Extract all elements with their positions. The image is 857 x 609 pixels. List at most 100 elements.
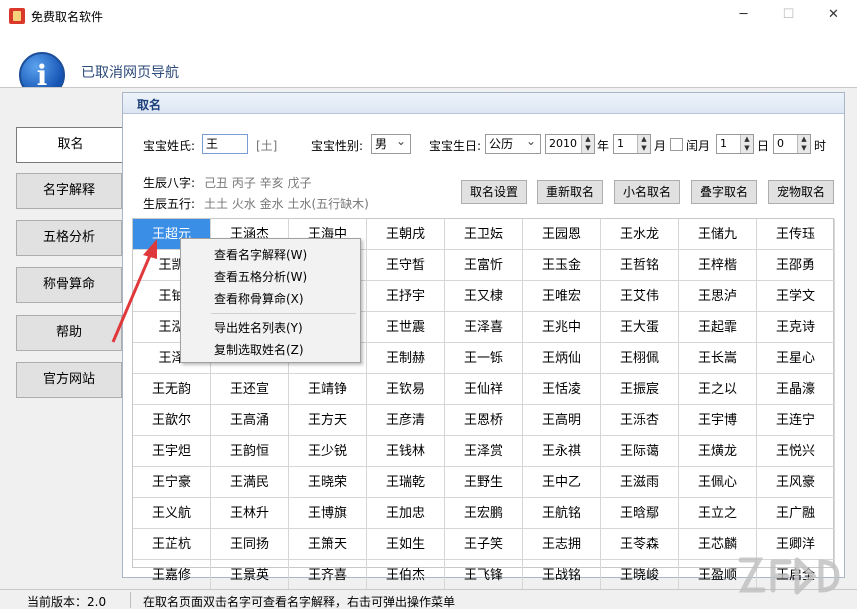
name-cell[interactable]: 王立之 bbox=[679, 498, 757, 529]
surname-input[interactable]: 王 bbox=[202, 134, 248, 154]
name-cell[interactable]: 王飞锋 bbox=[445, 560, 523, 591]
name-cell[interactable]: 王宁豪 bbox=[133, 467, 211, 498]
name-cell[interactable]: 王宇炟 bbox=[133, 436, 211, 467]
name-cell[interactable]: 王泽赏 bbox=[445, 436, 523, 467]
hour-spinner[interactable]: 0 ▲▼ bbox=[773, 134, 811, 154]
name-cell[interactable]: 王制赫 bbox=[367, 343, 445, 374]
name-cell[interactable]: 王野生 bbox=[445, 467, 523, 498]
name-cell[interactable]: 王克诗 bbox=[757, 312, 835, 343]
name-cell[interactable]: 王钱林 bbox=[367, 436, 445, 467]
name-cell[interactable]: 王滋雨 bbox=[601, 467, 679, 498]
name-cell[interactable]: 王长嵩 bbox=[679, 343, 757, 374]
name-cell[interactable]: 王景英 bbox=[211, 560, 289, 591]
maximize-button[interactable]: ☐ bbox=[766, 0, 811, 30]
name-cell[interactable]: 王星心 bbox=[757, 343, 835, 374]
minimize-button[interactable]: ─ bbox=[721, 0, 766, 30]
ctx-view-name-explain[interactable]: 查看名字解释(W) bbox=[214, 246, 307, 263]
menu-name-explain[interactable]: 名字解释 bbox=[16, 173, 122, 209]
name-cell[interactable]: 王泺杏 bbox=[601, 405, 679, 436]
ctx-view-wuge[interactable]: 查看五格分析(W) bbox=[214, 268, 307, 285]
menu-naming[interactable]: 取名 bbox=[16, 127, 124, 163]
name-cell[interactable]: 王园恩 bbox=[523, 219, 601, 250]
name-cell[interactable]: 王瑞乾 bbox=[367, 467, 445, 498]
name-cell[interactable]: 王齐喜 bbox=[289, 560, 367, 591]
name-cell[interactable]: 王宏鹏 bbox=[445, 498, 523, 529]
name-cell[interactable]: 王学文 bbox=[757, 281, 835, 312]
name-cell[interactable]: 王恬凌 bbox=[523, 374, 601, 405]
name-cell[interactable]: 王恩桥 bbox=[445, 405, 523, 436]
name-cell[interactable]: 王抒宇 bbox=[367, 281, 445, 312]
name-cell[interactable]: 王梓楷 bbox=[679, 250, 757, 281]
name-cell[interactable]: 王少锐 bbox=[289, 436, 367, 467]
hour-spin-arrows[interactable]: ▲▼ bbox=[797, 135, 810, 153]
name-cell[interactable]: 王艾伟 bbox=[601, 281, 679, 312]
pet-name-button[interactable]: 宠物取名 bbox=[768, 180, 834, 204]
name-cell[interactable]: 王晓峻 bbox=[601, 560, 679, 591]
name-cell[interactable]: 王朝戌 bbox=[367, 219, 445, 250]
name-cell[interactable]: 王熿龙 bbox=[679, 436, 757, 467]
name-cell[interactable]: 王永祺 bbox=[523, 436, 601, 467]
name-cell[interactable]: 王志拥 bbox=[523, 529, 601, 560]
ctx-copy-name[interactable]: 复制选取姓名(Z) bbox=[214, 341, 304, 358]
gender-select[interactable]: 男 bbox=[371, 134, 411, 154]
name-cell[interactable]: 王炳仙 bbox=[523, 343, 601, 374]
name-cell[interactable]: 王子笑 bbox=[445, 529, 523, 560]
name-cell[interactable]: 王广融 bbox=[757, 498, 835, 529]
name-cell[interactable]: 王嘉修 bbox=[133, 560, 211, 591]
name-cell[interactable]: 王泽喜 bbox=[445, 312, 523, 343]
name-cell[interactable]: 王际蔼 bbox=[601, 436, 679, 467]
name-cell[interactable]: 王钦易 bbox=[367, 374, 445, 405]
name-cell[interactable]: 王悦兴 bbox=[757, 436, 835, 467]
name-cell[interactable]: 王高涌 bbox=[211, 405, 289, 436]
name-cell[interactable]: 王一铄 bbox=[445, 343, 523, 374]
name-cell[interactable]: 王宇博 bbox=[679, 405, 757, 436]
name-cell[interactable]: 王富忻 bbox=[445, 250, 523, 281]
ctx-export-list[interactable]: 导出姓名列表(Y) bbox=[214, 319, 303, 336]
year-spinner[interactable]: 2010 ▲▼ bbox=[545, 134, 595, 154]
name-cell[interactable]: 王还宣 bbox=[211, 374, 289, 405]
name-cell[interactable]: 王加忠 bbox=[367, 498, 445, 529]
name-cell[interactable]: 王唯宏 bbox=[523, 281, 601, 312]
name-cell[interactable]: 王思泸 bbox=[679, 281, 757, 312]
ctx-view-chenggu[interactable]: 查看称骨算命(X) bbox=[214, 290, 304, 307]
name-cell[interactable]: 王中乙 bbox=[523, 467, 601, 498]
name-cell[interactable]: 王航铭 bbox=[523, 498, 601, 529]
name-cell[interactable]: 王风豪 bbox=[757, 467, 835, 498]
menu-official-site[interactable]: 官方网站 bbox=[16, 362, 122, 398]
name-cell[interactable]: 王栩佩 bbox=[601, 343, 679, 374]
name-cell[interactable]: 王箫天 bbox=[289, 529, 367, 560]
name-cell[interactable]: 王储九 bbox=[679, 219, 757, 250]
close-button[interactable]: ✕ bbox=[811, 0, 856, 30]
name-cell[interactable]: 王苓森 bbox=[601, 529, 679, 560]
day-spin-arrows[interactable]: ▲▼ bbox=[740, 135, 753, 153]
name-cell[interactable]: 王同扬 bbox=[211, 529, 289, 560]
name-cell[interactable]: 王佩心 bbox=[679, 467, 757, 498]
name-cell[interactable]: 王又棣 bbox=[445, 281, 523, 312]
name-cell[interactable]: 王如生 bbox=[367, 529, 445, 560]
name-cell[interactable]: 王兆中 bbox=[523, 312, 601, 343]
name-cell[interactable]: 王振宸 bbox=[601, 374, 679, 405]
name-cell[interactable]: 王无韵 bbox=[133, 374, 211, 405]
name-cell[interactable]: 王高明 bbox=[523, 405, 601, 436]
day-spinner[interactable]: 1 ▲▼ bbox=[716, 134, 754, 154]
naming-settings-button[interactable]: 取名设置 bbox=[461, 180, 527, 204]
name-cell[interactable]: 王连宁 bbox=[757, 405, 835, 436]
name-cell[interactable]: 王仙祥 bbox=[445, 374, 523, 405]
name-cell[interactable]: 王晓荣 bbox=[289, 467, 367, 498]
name-cell[interactable]: 王守皙 bbox=[367, 250, 445, 281]
rename-button[interactable]: 重新取名 bbox=[537, 180, 603, 204]
month-spin-arrows[interactable]: ▲▼ bbox=[637, 135, 650, 153]
name-cell[interactable]: 王玉金 bbox=[523, 250, 601, 281]
name-cell[interactable]: 王林升 bbox=[211, 498, 289, 529]
name-cell[interactable]: 王水龙 bbox=[601, 219, 679, 250]
name-cell[interactable]: 王晗鄢 bbox=[601, 498, 679, 529]
name-cell[interactable]: 王伯杰 bbox=[367, 560, 445, 591]
name-cell[interactable]: 王芷杭 bbox=[133, 529, 211, 560]
name-cell[interactable]: 王靖铮 bbox=[289, 374, 367, 405]
nickname-button[interactable]: 小名取名 bbox=[614, 180, 680, 204]
leap-month-checkbox[interactable] bbox=[670, 138, 683, 151]
year-spin-arrows[interactable]: ▲▼ bbox=[581, 135, 594, 153]
name-cell[interactable]: 王哲铭 bbox=[601, 250, 679, 281]
name-cell[interactable]: 王卫妘 bbox=[445, 219, 523, 250]
name-cell[interactable]: 王大蛋 bbox=[601, 312, 679, 343]
